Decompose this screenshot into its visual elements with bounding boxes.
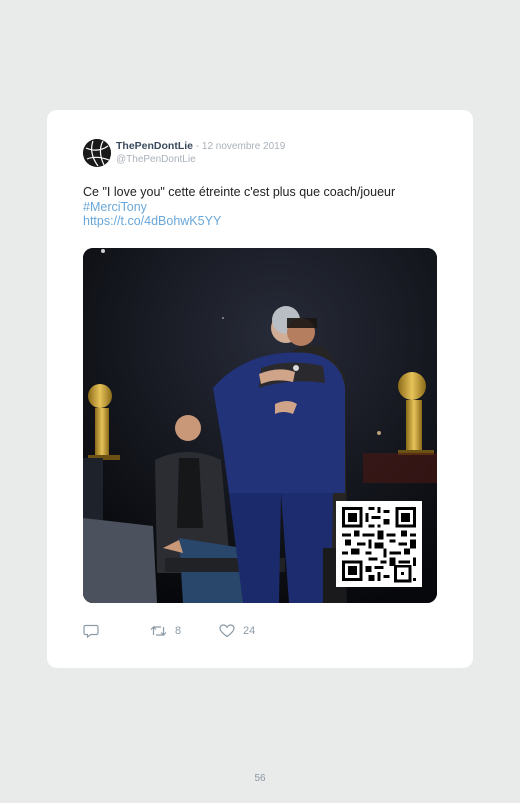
- reply-action[interactable]: [83, 624, 99, 638]
- like-action[interactable]: 24: [219, 624, 255, 638]
- heart-icon: [219, 624, 235, 638]
- tweet-card: ThePenDontLie - 12 novembre 2019 @ThePen…: [47, 110, 473, 668]
- tweet-header: ThePenDontLie - 12 novembre 2019: [116, 140, 285, 152]
- basketball-icon: [83, 139, 111, 167]
- qr-code: [336, 501, 422, 587]
- tweet-actions: 8 24: [83, 624, 283, 640]
- reply-icon: [83, 624, 99, 638]
- display-name[interactable]: ThePenDontLie: [116, 140, 193, 152]
- page-number: 56: [254, 773, 266, 784]
- avatar[interactable]: [83, 139, 111, 167]
- retweet-count: 8: [175, 625, 182, 637]
- tweet-date[interactable]: 12 novembre 2019: [202, 141, 285, 152]
- header-separator: -: [193, 141, 202, 152]
- hashtag-link[interactable]: #MerciTony: [83, 200, 443, 215]
- retweet-icon: [150, 626, 167, 636]
- tweet-text: Ce "I love you" cette étreinte c'est plu…: [83, 185, 443, 229]
- qr-code-graphic: [336, 501, 422, 587]
- tweet-body: Ce "I love you" cette étreinte c'est plu…: [83, 185, 396, 199]
- retweet-action[interactable]: 8: [150, 624, 181, 638]
- user-handle[interactable]: @ThePenDontLie: [116, 154, 196, 165]
- tweet-url-link[interactable]: https://t.co/4dBohwK5YY: [83, 214, 443, 229]
- like-count: 24: [243, 625, 256, 637]
- tweet-media[interactable]: [83, 248, 437, 603]
